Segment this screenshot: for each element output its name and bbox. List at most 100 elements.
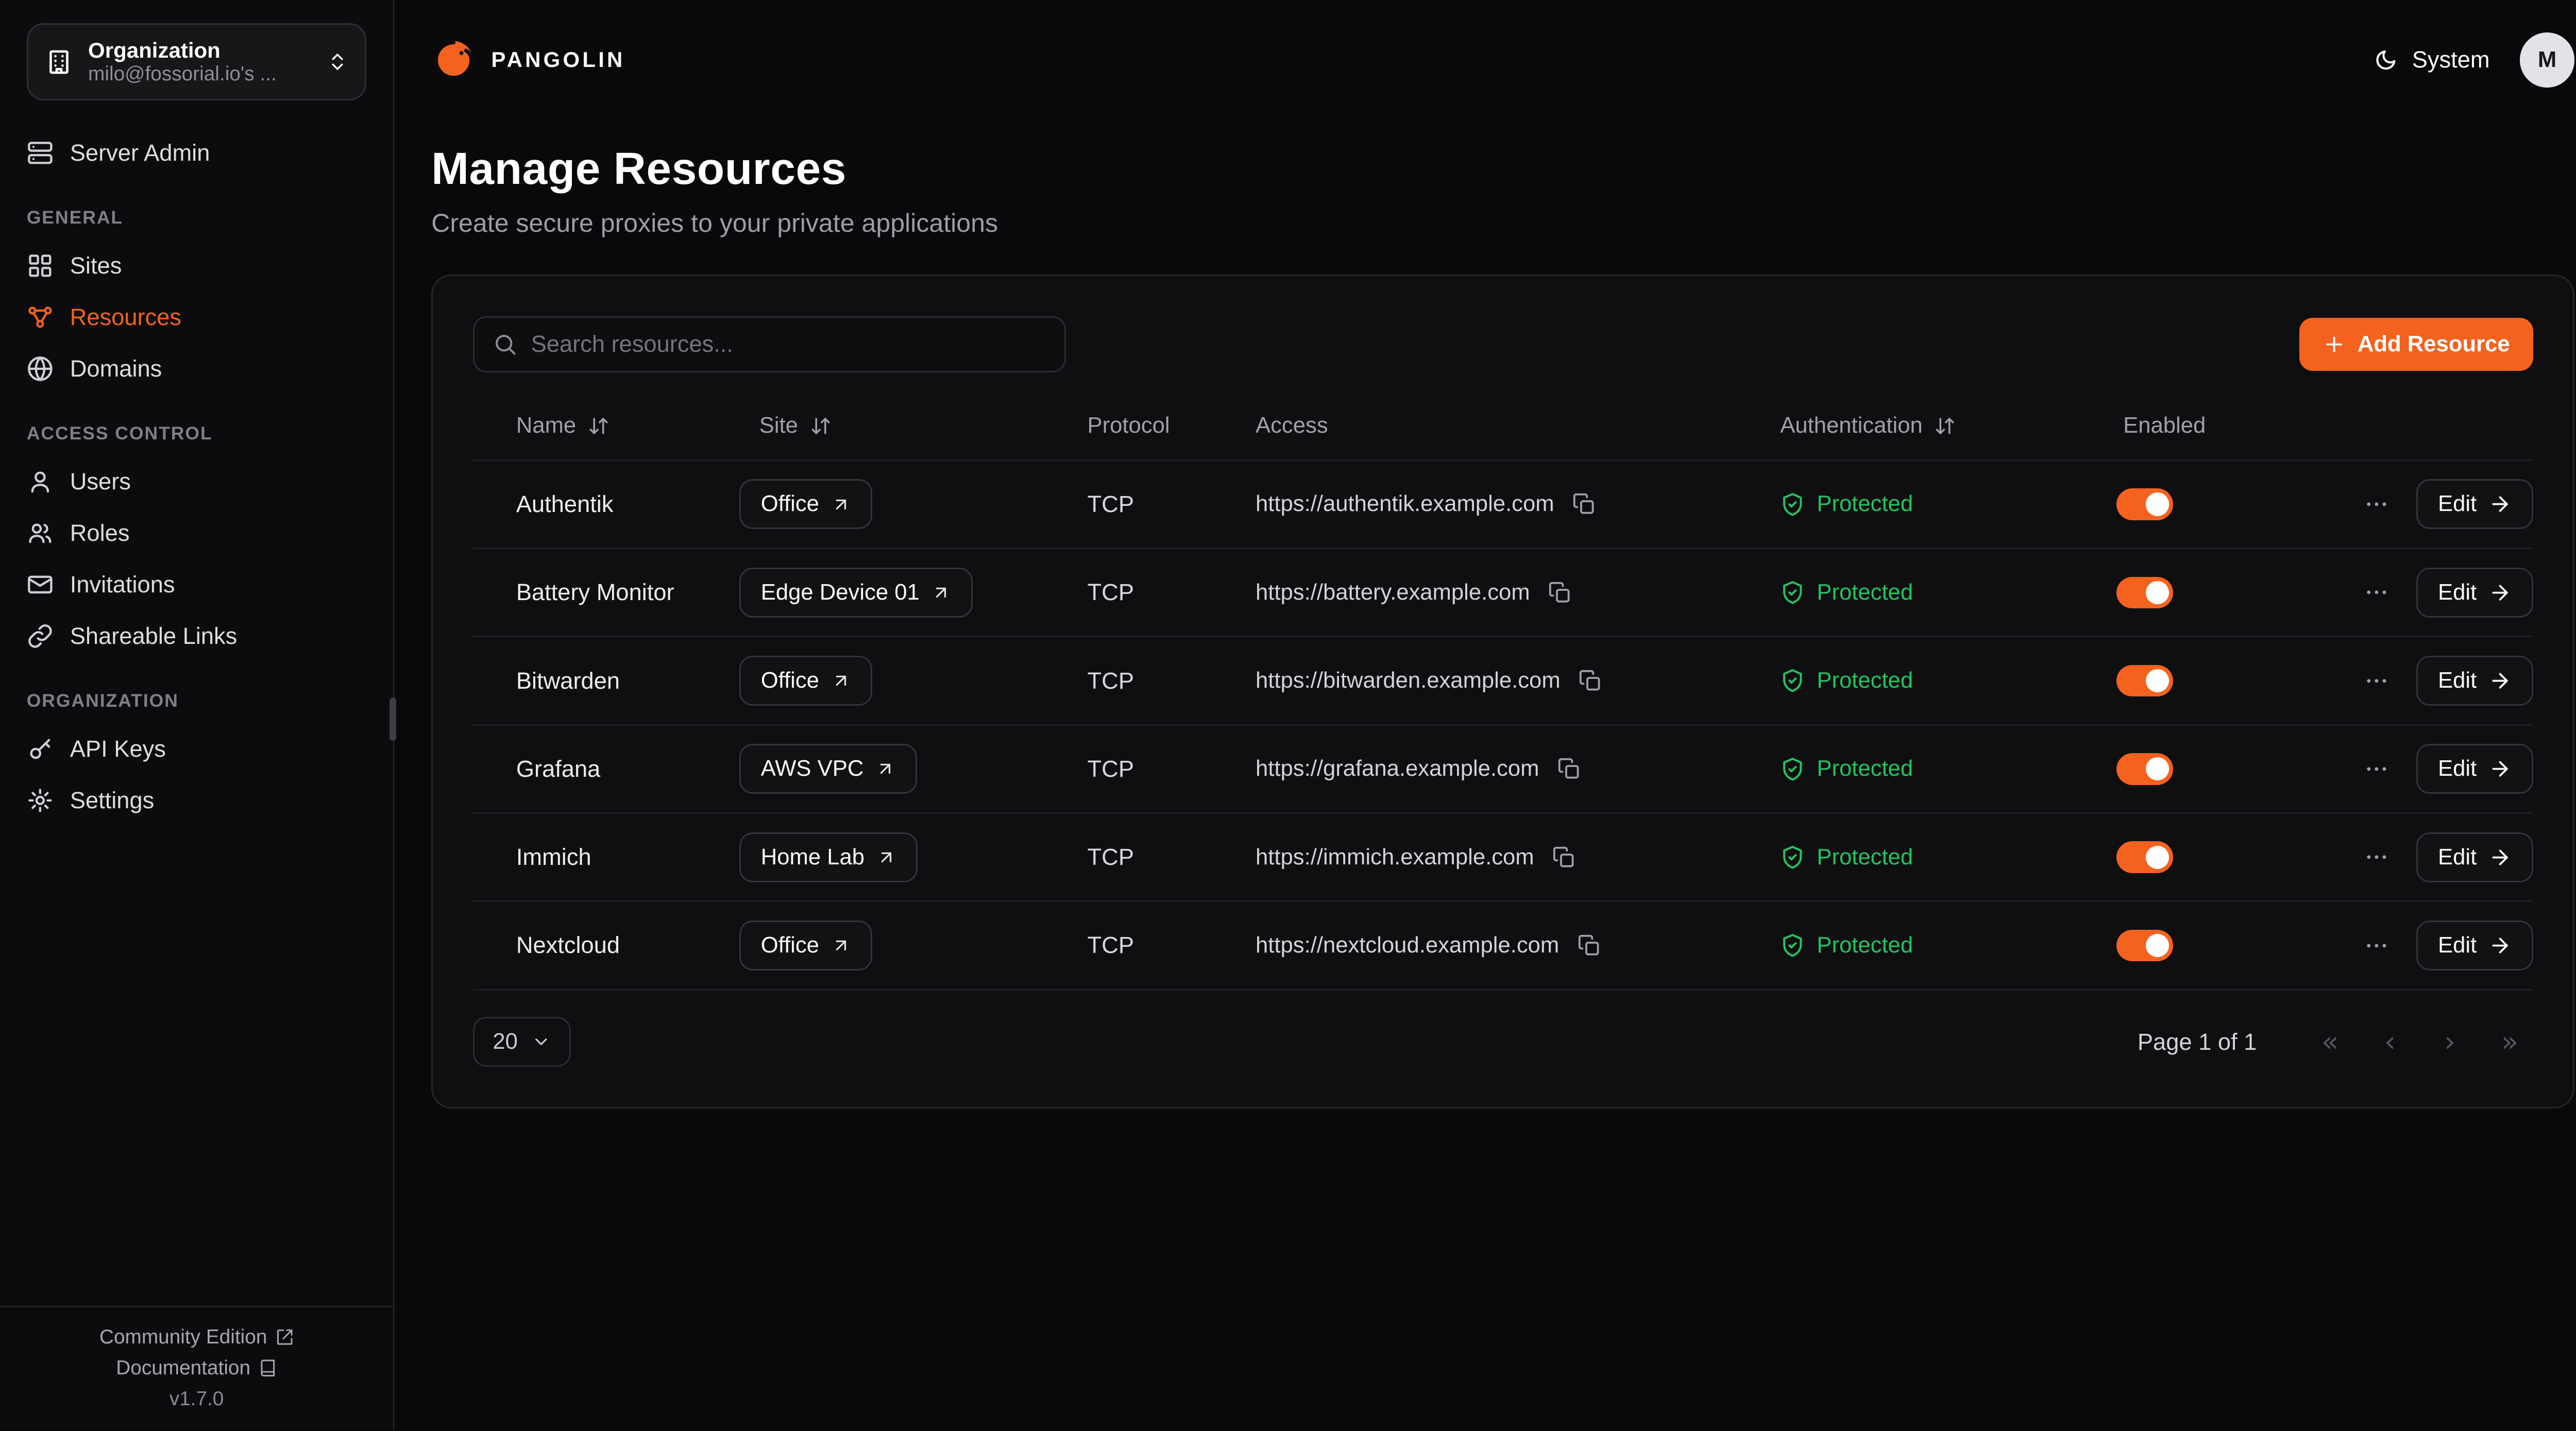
enabled-toggle[interactable] bbox=[2116, 930, 2173, 961]
column-header-label: Protocol bbox=[1088, 413, 1170, 438]
enabled-toggle[interactable] bbox=[2116, 577, 2173, 608]
ellipsis-icon bbox=[2363, 932, 2390, 959]
edit-button[interactable]: Edit bbox=[2416, 832, 2533, 882]
edit-button[interactable]: Edit bbox=[2416, 921, 2533, 970]
sidebar-item-server-admin[interactable]: Server Admin bbox=[27, 127, 367, 179]
topbar: PANGOLIN System M bbox=[395, 0, 2576, 120]
page-size-select[interactable]: 20 bbox=[473, 1017, 571, 1067]
last-page-button[interactable]: » bbox=[2486, 1019, 2533, 1066]
more-options-button[interactable] bbox=[2360, 929, 2393, 962]
copy-url-button[interactable] bbox=[1574, 930, 1604, 960]
topbar-right: System M bbox=[2374, 32, 2574, 88]
avatar[interactable]: M bbox=[2520, 32, 2575, 88]
copy-icon bbox=[1552, 846, 1575, 869]
page-size-value: 20 bbox=[493, 1029, 518, 1054]
column-header-label: Access bbox=[1256, 413, 1328, 438]
cell-site: Office bbox=[739, 656, 1088, 706]
sidebar-item-invitations[interactable]: Invitations bbox=[27, 559, 367, 610]
sidebar-item-domains[interactable]: Domains bbox=[27, 343, 367, 395]
next-page-button[interactable]: › bbox=[2427, 1019, 2473, 1066]
org-selector[interactable]: Organization milo@fossorial.io's ... bbox=[27, 23, 367, 100]
edit-button[interactable]: Edit bbox=[2416, 744, 2533, 794]
column-header-name[interactable]: Name bbox=[473, 413, 739, 438]
resources-icon bbox=[27, 304, 54, 331]
site-link-button[interactable]: Edge Device 01 bbox=[739, 568, 973, 618]
edit-label: Edit bbox=[2438, 756, 2477, 781]
cell-access: https://bitwarden.example.com bbox=[1256, 666, 1780, 695]
sidebar-item-users[interactable]: Users bbox=[27, 456, 367, 507]
enabled-toggle[interactable] bbox=[2116, 753, 2173, 785]
site-link-button[interactable]: Office bbox=[739, 656, 872, 706]
chevrons-up-down-icon bbox=[327, 51, 348, 73]
arrow-right-icon bbox=[2488, 934, 2512, 957]
cell-site: Office bbox=[739, 479, 1088, 529]
more-options-button[interactable] bbox=[2360, 576, 2393, 609]
add-resource-label: Add Resource bbox=[2358, 332, 2510, 357]
site-link-button[interactable]: Home Lab bbox=[739, 832, 918, 882]
column-header-site[interactable]: Site bbox=[739, 413, 1088, 438]
sidebar-item-label: Users bbox=[70, 468, 131, 495]
edit-label: Edit bbox=[2438, 491, 2477, 517]
cell-access: https://nextcloud.example.com bbox=[1256, 930, 1780, 960]
column-header-enabled: Enabled bbox=[2116, 413, 2533, 438]
edit-label: Edit bbox=[2438, 933, 2477, 958]
cell-enabled-actions: Edit bbox=[2116, 479, 2533, 529]
edit-button[interactable]: Edit bbox=[2416, 479, 2533, 529]
shield-check-icon bbox=[1780, 757, 1805, 781]
edit-label: Edit bbox=[2438, 668, 2477, 693]
sidebar-item-api-keys[interactable]: API Keys bbox=[27, 723, 367, 775]
first-page-button[interactable]: « bbox=[2307, 1019, 2353, 1066]
site-link-button[interactable]: Office bbox=[739, 479, 872, 529]
row-actions: Edit bbox=[2360, 921, 2533, 970]
more-options-button[interactable] bbox=[2360, 488, 2393, 521]
site-link-button[interactable]: Office bbox=[739, 921, 872, 970]
sidebar-nav: Server Admin GENERAL Sites Resources Dom… bbox=[0, 127, 393, 827]
key-icon bbox=[27, 736, 54, 762]
previous-page-button[interactable]: ‹ bbox=[2367, 1019, 2414, 1066]
cell-authentication: Protected bbox=[1780, 845, 2116, 870]
add-resource-button[interactable]: Add Resource bbox=[2299, 318, 2533, 371]
sidebar-resize-handle[interactable] bbox=[389, 697, 396, 741]
copy-icon bbox=[1579, 669, 1602, 692]
enabled-toggle[interactable] bbox=[2116, 665, 2173, 696]
row-actions: Edit bbox=[2360, 744, 2533, 794]
more-options-button[interactable] bbox=[2360, 664, 2393, 697]
sidebar-item-shareable-links[interactable]: Shareable Links bbox=[27, 610, 367, 662]
edit-button[interactable]: Edit bbox=[2416, 568, 2533, 618]
copy-url-button[interactable] bbox=[1545, 577, 1575, 607]
more-options-button[interactable] bbox=[2360, 841, 2393, 874]
sidebar-item-roles[interactable]: Roles bbox=[27, 507, 367, 559]
sort-icon bbox=[588, 415, 609, 437]
more-options-button[interactable] bbox=[2360, 753, 2393, 786]
table-body: Authentik Office TCP https://authentik.e… bbox=[473, 461, 2533, 991]
arrow-right-icon bbox=[2488, 492, 2512, 516]
enabled-toggle[interactable] bbox=[2116, 488, 2173, 520]
site-link-button[interactable]: AWS VPC bbox=[739, 744, 917, 794]
enabled-toggle[interactable] bbox=[2116, 841, 2173, 873]
column-header-authentication[interactable]: Authentication bbox=[1780, 413, 2116, 438]
sidebar-item-resources[interactable]: Resources bbox=[27, 292, 367, 343]
page-info: Page 1 of 1 bbox=[2138, 1029, 2257, 1055]
community-edition-link[interactable]: Community Edition bbox=[99, 1326, 294, 1349]
documentation-link[interactable]: Documentation bbox=[116, 1357, 277, 1379]
section-label-access-control: ACCESS CONTROL bbox=[27, 423, 367, 444]
search-input[interactable] bbox=[531, 331, 1046, 357]
copy-url-button[interactable] bbox=[1554, 754, 1584, 784]
access-url: https://authentik.example.com bbox=[1256, 491, 1554, 517]
sidebar-item-label: Settings bbox=[70, 787, 155, 814]
copy-url-button[interactable] bbox=[1549, 842, 1579, 872]
resource-protocol: TCP bbox=[1088, 756, 1256, 782]
book-icon bbox=[259, 1359, 277, 1377]
sidebar-item-sites[interactable]: Sites bbox=[27, 240, 367, 291]
theme-toggle-button[interactable]: System bbox=[2374, 46, 2489, 73]
table-header-row: Name Site Protocol Access Authentication bbox=[473, 393, 2533, 461]
user-icon bbox=[27, 468, 54, 495]
copy-url-button[interactable] bbox=[1569, 489, 1599, 519]
section-label-general: GENERAL bbox=[27, 207, 367, 228]
edit-button[interactable]: Edit bbox=[2416, 656, 2533, 706]
cell-site: Home Lab bbox=[739, 832, 1088, 882]
sidebar-item-settings[interactable]: Settings bbox=[27, 775, 367, 826]
cell-access: https://authentik.example.com bbox=[1256, 489, 1780, 519]
table-row: Authentik Office TCP https://authentik.e… bbox=[473, 461, 2533, 549]
copy-url-button[interactable] bbox=[1575, 666, 1605, 695]
